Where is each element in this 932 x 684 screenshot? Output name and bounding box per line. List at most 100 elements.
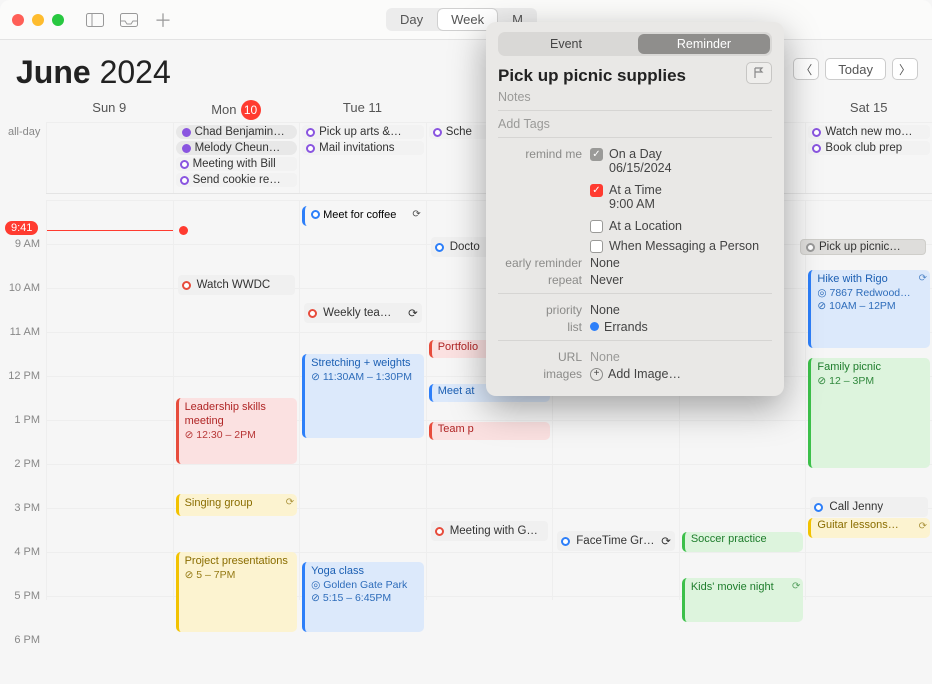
close-button[interactable] [12, 14, 24, 26]
calendar-event[interactable]: Leadership skills meeting⊘ 12:30 – 2PM [176, 398, 298, 464]
calendar-event[interactable]: Watch WWDC [178, 275, 296, 295]
hour-label: 12 PM [0, 370, 40, 414]
calendar-event[interactable]: Weekly tea…⟳ [304, 303, 422, 323]
priority-value[interactable]: None [590, 303, 620, 317]
pill-label: Sche [446, 126, 472, 138]
early-reminder-value[interactable]: None [590, 256, 620, 270]
calendar-event[interactable]: Call Jenny [810, 497, 928, 517]
images-label: images [498, 367, 582, 381]
when-messaging-checkbox[interactable] [590, 240, 603, 253]
repeat-icon: ⟳ [792, 581, 800, 594]
url-value[interactable]: None [590, 350, 620, 364]
pill-label: Send cookie re… [193, 174, 281, 186]
sidebar-icon[interactable] [84, 11, 106, 29]
reminder-title[interactable]: Pick up picnic supplies [498, 66, 772, 86]
list-dot-icon [590, 322, 599, 331]
hour-label: 4 PM [0, 546, 40, 590]
calendar-event[interactable]: Guitar lessons…⟳ [808, 518, 930, 538]
list-value[interactable]: Errands [590, 320, 648, 334]
repeat-value[interactable]: Never [590, 273, 623, 287]
allday-item[interactable]: Pick up arts &… [302, 125, 424, 139]
when-messaging-label: When Messaging a Person [609, 239, 759, 253]
repeat-icon: ⟳ [919, 273, 927, 286]
ring-icon [308, 309, 317, 318]
calendar-event[interactable]: Meet for coffee⟳ [302, 206, 424, 226]
allday-col-sun [46, 123, 173, 193]
day-header-today: Mon10 [173, 100, 300, 120]
allday-item[interactable]: Mail invitations [302, 141, 424, 155]
notes-field[interactable]: Notes [498, 90, 772, 104]
traffic-lights [12, 14, 64, 26]
zoom-button[interactable] [52, 14, 64, 26]
flag-button[interactable] [746, 62, 772, 84]
reminder-popover: Event Reminder Pick up picnic supplies N… [486, 22, 784, 396]
pill-label: Watch new mo… [825, 126, 912, 138]
calendar-event[interactable]: FaceTime Gr…⟳ [557, 531, 675, 551]
tab-reminder[interactable]: Reminder [638, 34, 770, 54]
allday-item[interactable]: Watch new mo… [808, 125, 930, 139]
grid-col-tue[interactable]: Meet for coffee⟳ Weekly tea…⟳ Stretching +… [299, 200, 426, 600]
at-a-time-checkbox[interactable]: ✓ [590, 184, 603, 197]
tags-field[interactable]: Add Tags [498, 117, 772, 131]
grid-col-sun[interactable]: 9:41 [46, 200, 173, 600]
pill-label: Meeting with Bill [193, 158, 276, 170]
day-header: Sat 15 [805, 100, 932, 120]
hour-label: 9 AM [0, 238, 40, 282]
today-button[interactable]: Today [825, 58, 886, 80]
list-label: list [498, 320, 582, 334]
at-location-checkbox[interactable] [590, 220, 603, 233]
calendar-event[interactable]: Project presentations⊘ 5 – 7PM [176, 552, 298, 632]
hour-label: 2 PM [0, 458, 40, 502]
on-a-day-date[interactable]: 06/15/2024 [609, 161, 759, 175]
color-dot-icon [812, 128, 821, 137]
allday-item[interactable]: Melody Cheun… [176, 141, 298, 155]
allday-item[interactable]: Chad Benjamin… [176, 125, 298, 139]
calendar-event[interactable]: Stretching + weights⊘ 11:30AM – 1:30PM [302, 354, 424, 438]
grid-col-mon[interactable]: Watch WWDC Leadership skills meeting⊘ 12:… [173, 200, 300, 600]
on-a-day-label: On a Day [609, 147, 662, 161]
minimize-button[interactable] [32, 14, 44, 26]
color-dot-icon [306, 144, 315, 153]
calendar-event[interactable]: Meeting with G… [431, 521, 549, 541]
on-a-day-checkbox[interactable]: ✓ [590, 148, 603, 161]
add-button[interactable]: ＋ [152, 11, 174, 29]
view-day[interactable]: Day [386, 8, 437, 31]
hour-label: 10 AM [0, 282, 40, 326]
tab-event[interactable]: Event [500, 34, 632, 54]
tray-icon[interactable] [118, 11, 140, 29]
repeat-icon: ⟳ [286, 497, 294, 510]
calendar-event[interactable]: Yoga class◎ Golden Gate Park⊘ 5:15 – 6:4… [302, 562, 424, 632]
now-line: 9:41 [47, 230, 173, 231]
calendar-event[interactable]: Kids' movie night⟳ [682, 578, 804, 622]
calendar-event[interactable]: Singing group⟳ [176, 494, 298, 516]
hour-label: 1 PM [0, 414, 40, 458]
hour-label: 6 PM [0, 634, 40, 678]
ring-icon [182, 281, 191, 290]
calendar-event[interactable]: Family picnic⊘ 12 – 3PM [808, 358, 930, 468]
calendar-event[interactable]: Hike with Rigo◎ 7867 Redwood…⊘ 10AM – 12… [808, 270, 930, 348]
allday-label: all-day [8, 126, 40, 138]
at-a-time-value[interactable]: 9:00 AM [609, 197, 759, 211]
allday-item[interactable]: Book club prep [808, 141, 930, 155]
url-label: URL [498, 350, 582, 364]
grid-col-sat[interactable]: Hike with Rigo◎ 7867 Redwood…⊘ 10AM – 12… [805, 200, 932, 600]
pill-label: Mail invitations [319, 142, 394, 154]
at-location-label: At a Location [609, 219, 682, 233]
allday-item[interactable]: Meeting with Bill [176, 157, 298, 171]
navigation-controls: 〈 Today 〉 [793, 58, 918, 80]
calendar-event[interactable]: Soccer practice [682, 532, 804, 552]
allday-item[interactable]: Send cookie re… [176, 173, 298, 187]
color-dot-icon [180, 160, 189, 169]
reminder-chip[interactable]: Pick up picnic… [800, 239, 926, 255]
add-image-button[interactable]: +Add Image… [590, 367, 681, 381]
next-week-button[interactable]: 〉 [892, 58, 918, 80]
day-header: Tue 11 [299, 100, 426, 120]
ring-icon [814, 503, 823, 512]
day-header: Sun 9 [46, 100, 173, 120]
pill-label: Melody Cheun… [195, 142, 281, 154]
prev-week-button[interactable]: 〈 [793, 58, 819, 80]
plus-circle-icon: + [590, 368, 603, 381]
pill-label: Chad Benjamin… [195, 126, 285, 138]
now-time: 9:41 [5, 221, 38, 235]
calendar-event[interactable]: Team p [429, 422, 551, 440]
